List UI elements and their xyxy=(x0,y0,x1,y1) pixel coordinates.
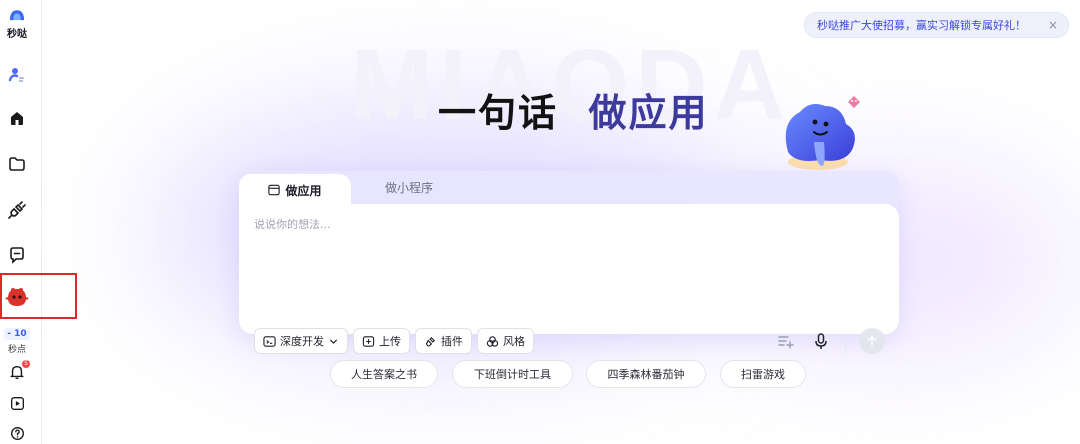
notification-count-badge: 5 xyxy=(22,360,30,368)
style-palette-icon xyxy=(486,335,499,347)
help-icon xyxy=(10,426,24,440)
composer-editor[interactable]: 说说你的想法... 深度开发 上传 插件 风格 xyxy=(239,204,899,354)
mascot-illustration xyxy=(785,96,860,170)
composer-card: 做应用 做小程序 说说你的想法... 深度开发 上传 插件 风格 xyxy=(239,171,899,354)
prompt-enhance-icon[interactable] xyxy=(776,332,794,350)
points-display[interactable]: - 10 秒点 xyxy=(0,327,34,355)
mode-select-dropdown[interactable]: 深度开发 xyxy=(254,328,348,354)
hero-title-part1: 一句话 xyxy=(438,91,559,135)
home-icon xyxy=(11,112,23,125)
suggestion-chip[interactable]: 四季森林番茄钟 xyxy=(586,360,706,388)
sidebar-item-notifications[interactable]: 5 xyxy=(0,360,34,382)
hero-title-part2: 做应用 xyxy=(588,91,709,135)
sidebar-item-home[interactable] xyxy=(0,108,34,128)
points-label: 秒点 xyxy=(7,344,26,355)
close-icon[interactable]: × xyxy=(1048,18,1058,32)
sidebar-item-tutorials[interactable] xyxy=(0,394,34,412)
sidebar-item-plugins[interactable] xyxy=(0,200,34,220)
sidebar-item-messages[interactable] xyxy=(0,245,34,265)
chat-icon xyxy=(10,247,24,264)
points-value: - 10 xyxy=(4,327,30,340)
agent-icon xyxy=(8,68,24,82)
upload-button-label: 上传 xyxy=(379,335,401,348)
highlight-annotation-box xyxy=(0,273,77,319)
sidebar: 秒哒 - 10 秒点 5 xyxy=(0,0,42,444)
tab-build-app-label: 做应用 xyxy=(285,183,322,198)
style-button[interactable]: 风格 xyxy=(477,328,534,354)
microphone-icon[interactable] xyxy=(812,332,830,350)
sidebar-item-agent[interactable] xyxy=(0,64,34,86)
plugin-button-label: 插件 xyxy=(441,335,463,348)
folder-icon xyxy=(9,157,25,171)
logo-icon xyxy=(9,10,25,21)
upload-button[interactable]: 上传 xyxy=(353,328,410,354)
arrow-up-icon xyxy=(867,335,877,346)
promo-banner-text: 秒哒推广大使招募，赢实习解锁专属好礼！ xyxy=(817,19,1026,32)
composer-tabs: 做应用 做小程序 xyxy=(239,171,899,206)
style-button-label: 风格 xyxy=(503,335,525,348)
chevron-down-icon xyxy=(329,339,338,344)
sidebar-item-files[interactable] xyxy=(0,154,34,174)
tab-build-app[interactable]: 做应用 xyxy=(239,174,351,206)
send-button[interactable] xyxy=(859,328,885,354)
tab-build-miniprogram[interactable]: 做小程序 xyxy=(385,179,433,196)
plug-icon xyxy=(8,201,26,219)
plugin-button[interactable]: 插件 xyxy=(415,328,472,354)
suggestion-chip[interactable]: 扫雷游戏 xyxy=(720,360,806,388)
app-logo[interactable]: 秒哒 xyxy=(0,6,34,40)
hero-title: 一句话 做应用 xyxy=(438,82,709,137)
upload-file-icon xyxy=(362,335,375,347)
sidebar-item-help[interactable] xyxy=(0,424,34,442)
plug-icon xyxy=(426,336,436,346)
idea-input-placeholder[interactable]: 说说你的想法... xyxy=(254,216,331,232)
logo-text: 秒哒 xyxy=(7,29,27,40)
suggestion-chip[interactable]: 下班倒计时工具 xyxy=(452,360,573,388)
mode-select-label: 深度开发 xyxy=(280,335,324,348)
suggestion-chip[interactable]: 人生答案之书 xyxy=(330,360,438,388)
promo-banner[interactable]: 秒哒推广大使招募，赢实习解锁专属好礼！ × xyxy=(804,12,1069,38)
app-window-icon xyxy=(268,184,281,196)
toolbar-divider xyxy=(845,333,846,349)
terminal-icon xyxy=(263,335,276,347)
play-video-icon xyxy=(10,396,24,410)
